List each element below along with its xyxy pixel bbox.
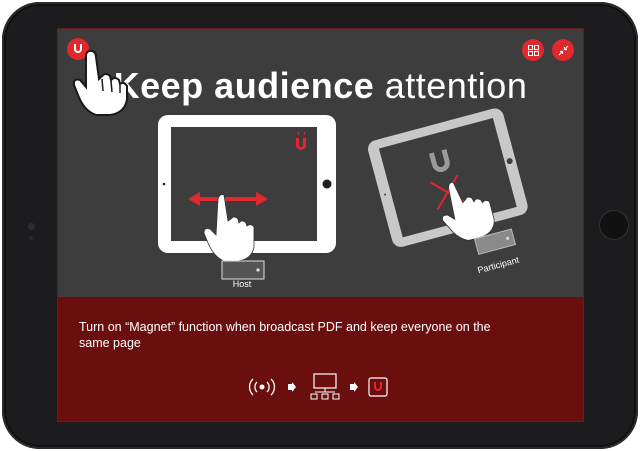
host-tablet	[158, 115, 336, 280]
description-text: Turn on “Magnet” function when broadcast…	[79, 320, 491, 350]
participant-tablet	[368, 108, 528, 255]
camera-lens	[28, 223, 35, 230]
pointer-hand-icon	[72, 49, 128, 116]
broadcast-icon	[248, 378, 276, 396]
home-button[interactable]	[599, 210, 629, 240]
sensor	[29, 236, 33, 240]
network-icon	[310, 373, 340, 400]
flow-diagram	[248, 373, 388, 400]
tutorial-screen: Keep audience attention Host Participant…	[57, 28, 584, 422]
host-caption: Host	[232, 279, 252, 289]
illustration	[158, 108, 528, 280]
description-panel: Turn on “Magnet” function when broadcast…	[58, 297, 583, 421]
magnet-icon	[368, 377, 388, 397]
arrow-right-icon	[350, 382, 358, 392]
arrow-right-icon	[288, 382, 296, 392]
